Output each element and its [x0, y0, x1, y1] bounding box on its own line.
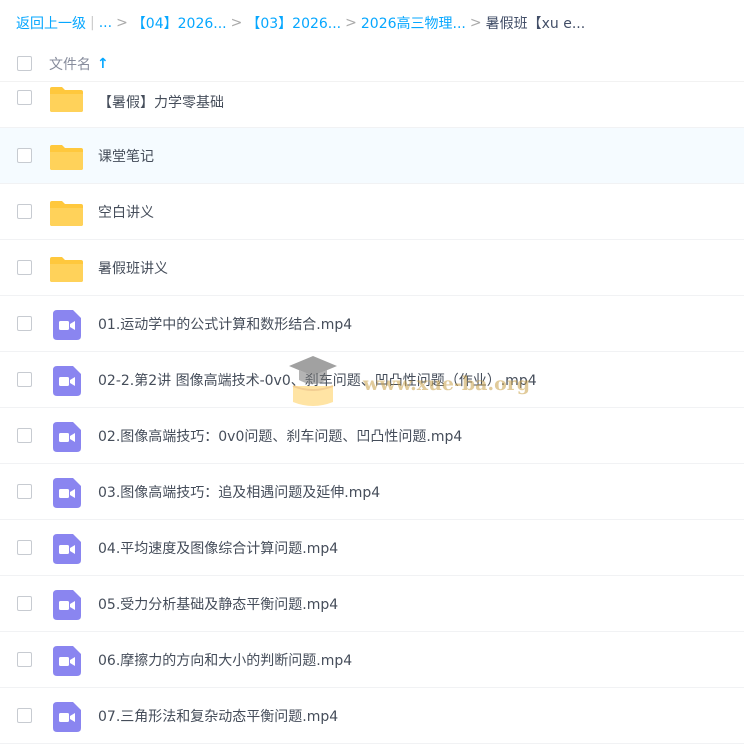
breadcrumb-item-1[interactable]: 【04】2026...: [132, 13, 227, 33]
file-row[interactable]: 02-2.第2讲 图像高端技术-0v0、刹车问题、凹凸性问题（作业）.mp4: [0, 352, 744, 408]
column-header-name-label: 文件名: [49, 57, 91, 73]
video-file-icon: [53, 478, 81, 508]
file-name[interactable]: 【暑假】力学零基础: [98, 92, 224, 112]
file-row[interactable]: 空白讲义: [0, 184, 744, 240]
breadcrumb-current: 暑假班【xu e...: [485, 16, 586, 32]
folder-icon: [50, 257, 83, 282]
file-name[interactable]: 03.图像高端技巧：追及相遇问题及延伸.mp4: [98, 482, 380, 502]
folder-icon: [50, 201, 83, 226]
file-name[interactable]: 暑假班讲义: [98, 258, 168, 278]
row-checkbox[interactable]: [17, 260, 32, 275]
breadcrumb: 返回上一级 | ... > 【04】2026... > 【03】2026... …: [0, 0, 744, 46]
breadcrumb-separator: >: [230, 15, 243, 31]
row-checkbox[interactable]: [17, 148, 32, 163]
file-name[interactable]: 课堂笔记: [98, 146, 154, 166]
row-checkbox[interactable]: [17, 90, 32, 105]
file-name[interactable]: 06.摩擦力的方向和大小的判断问题.mp4: [98, 650, 352, 670]
video-file-icon: [53, 534, 81, 564]
file-row[interactable]: 02.图像高端技巧：0v0问题、刹车问题、凹凸性问题.mp4: [0, 408, 744, 464]
video-file-icon: [53, 310, 81, 340]
breadcrumb-divider: |: [90, 15, 95, 31]
breadcrumb-separator: >: [345, 15, 357, 31]
file-name[interactable]: 04.平均速度及图像综合计算问题.mp4: [98, 538, 338, 558]
video-file-icon: [53, 422, 81, 452]
file-row[interactable]: 01.运动学中的公式计算和数形结合.mp4: [0, 296, 744, 352]
folder-icon: [50, 87, 83, 112]
file-name[interactable]: 02-2.第2讲 图像高端技术-0v0、刹车问题、凹凸性问题（作业）.mp4: [98, 370, 537, 390]
file-row[interactable]: 【暑假】力学零基础: [0, 72, 744, 128]
row-checkbox[interactable]: [17, 596, 32, 611]
file-row[interactable]: 课堂笔记: [0, 128, 744, 184]
folder-icon: [50, 145, 83, 170]
video-file-icon: [53, 366, 81, 396]
file-name[interactable]: 空白讲义: [98, 202, 154, 222]
video-file-icon: [53, 590, 81, 620]
breadcrumb-separator: >: [469, 15, 482, 31]
file-name[interactable]: 05.受力分析基础及静态平衡问题.mp4: [98, 594, 338, 614]
video-file-icon: [53, 702, 81, 732]
back-link[interactable]: 返回上一级: [16, 13, 86, 33]
sort-ascending-icon[interactable]: ↑: [97, 56, 109, 72]
file-row[interactable]: 04.平均速度及图像综合计算问题.mp4: [0, 520, 744, 576]
file-list: 【暑假】力学零基础 课堂笔记 空白讲义 暑假班讲义 01.运动学中的公式计算和数…: [0, 72, 744, 744]
row-checkbox[interactable]: [17, 484, 32, 499]
breadcrumb-item-3[interactable]: 2026高三物理...: [361, 13, 466, 33]
breadcrumb-ellipsis[interactable]: ...: [99, 15, 112, 31]
row-checkbox[interactable]: [17, 316, 32, 331]
video-file-icon: [53, 646, 81, 676]
row-checkbox[interactable]: [17, 708, 32, 723]
row-checkbox[interactable]: [17, 540, 32, 555]
file-row[interactable]: 06.摩擦力的方向和大小的判断问题.mp4: [0, 632, 744, 688]
file-row[interactable]: 暑假班讲义: [0, 240, 744, 296]
file-name[interactable]: 01.运动学中的公式计算和数形结合.mp4: [98, 314, 352, 334]
column-header-name[interactable]: 文件名 ↑: [49, 54, 109, 74]
row-checkbox[interactable]: [17, 652, 32, 667]
file-row[interactable]: 03.图像高端技巧：追及相遇问题及延伸.mp4: [0, 464, 744, 520]
breadcrumb-item-2[interactable]: 【03】2026...: [246, 13, 341, 33]
file-name[interactable]: 07.三角形法和复杂动态平衡问题.mp4: [98, 706, 338, 726]
row-checkbox[interactable]: [17, 204, 32, 219]
row-checkbox[interactable]: [17, 428, 32, 443]
file-name[interactable]: 02.图像高端技巧：0v0问题、刹车问题、凹凸性问题.mp4: [98, 426, 462, 446]
row-checkbox[interactable]: [17, 372, 32, 387]
select-all-checkbox[interactable]: [17, 56, 32, 71]
file-row[interactable]: 07.三角形法和复杂动态平衡问题.mp4: [0, 688, 744, 744]
breadcrumb-separator: >: [116, 15, 128, 31]
file-row[interactable]: 05.受力分析基础及静态平衡问题.mp4: [0, 576, 744, 632]
